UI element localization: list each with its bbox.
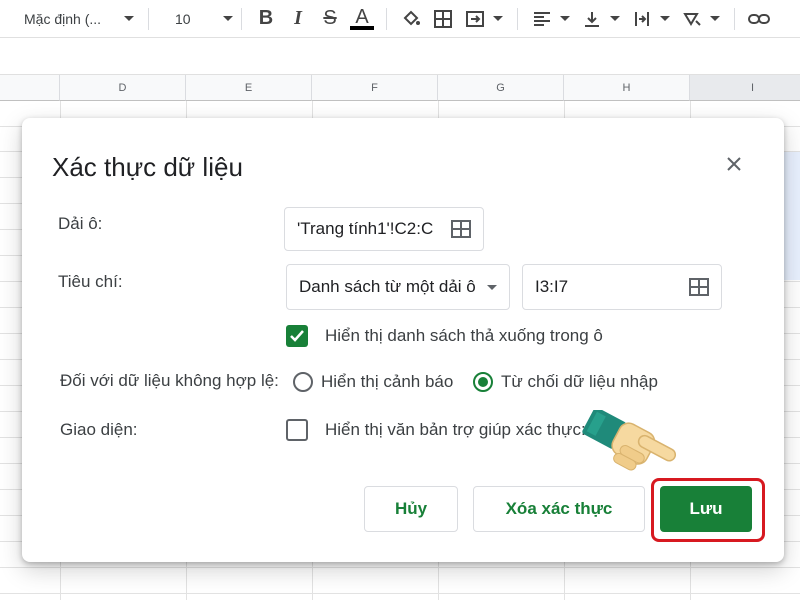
borders-button[interactable] xyxy=(427,3,459,35)
chevron-down-icon xyxy=(124,15,134,21)
italic-button[interactable]: I xyxy=(282,3,314,35)
show-warning-radio[interactable] xyxy=(293,372,313,392)
toolbar-divider xyxy=(517,7,518,30)
chevron-down-icon[interactable] xyxy=(560,16,570,21)
font-family-select[interactable]: Mặc định (... xyxy=(0,0,140,38)
font-size-value: 10 xyxy=(175,10,191,27)
grid-line xyxy=(0,593,800,594)
column-header-g[interactable]: G xyxy=(438,75,564,101)
text-rotation-button[interactable] xyxy=(676,3,708,35)
help-text-checkbox[interactable] xyxy=(286,419,308,441)
select-range-icon[interactable] xyxy=(689,278,709,296)
column-header-h[interactable]: H xyxy=(564,75,690,101)
chevron-down-icon xyxy=(487,285,497,290)
reject-input-radio[interactable] xyxy=(473,372,493,392)
strikethrough-button[interactable]: S xyxy=(314,3,346,35)
column-header-f[interactable]: F xyxy=(312,75,438,101)
text-wrap-button[interactable] xyxy=(626,3,658,35)
invalid-data-label: Đối với dữ liệu không hợp lệ: xyxy=(60,371,279,390)
formula-bar-area xyxy=(0,39,800,75)
pointing-hand-icon xyxy=(582,410,677,471)
criteria-select[interactable]: Danh sách từ một dải ô xyxy=(286,264,510,310)
insert-link-button[interactable] xyxy=(743,3,775,35)
show-warning-label: Hiển thị cảnh báo xyxy=(321,372,454,391)
text-color-button[interactable]: A xyxy=(346,3,378,35)
help-text-label: Hiển thị văn bản trợ giúp xác thực: xyxy=(325,420,586,439)
column-header-d[interactable]: D xyxy=(60,75,186,101)
reject-input-label: Từ chối dữ liệu nhập xyxy=(501,372,658,391)
vertical-align-bottom-icon xyxy=(585,11,599,27)
font-size-select[interactable]: 10 xyxy=(157,0,233,38)
merge-icon xyxy=(466,10,484,27)
text-color-bar xyxy=(350,25,374,30)
criteria-select-value: Danh sách từ một dải ô xyxy=(299,277,476,296)
criteria-range-input[interactable]: I3:I7 xyxy=(522,264,722,310)
merge-cells-button[interactable] xyxy=(459,3,491,35)
checkmark-icon xyxy=(290,330,304,342)
criteria-range-value: I3:I7 xyxy=(535,277,569,296)
criteria-label: Tiêu chí: xyxy=(58,272,123,291)
radio-dot xyxy=(478,377,488,387)
toolbar-divider xyxy=(148,7,149,30)
column-header-i[interactable]: I xyxy=(690,75,800,101)
toolbar-divider xyxy=(734,7,735,30)
chevron-down-icon[interactable] xyxy=(493,16,503,21)
toolbar-divider xyxy=(241,7,242,30)
range-value: 'Trang tính1'!C2:C xyxy=(297,219,434,238)
row-header-corner xyxy=(0,75,60,101)
chevron-down-icon[interactable] xyxy=(660,16,670,21)
select-range-icon[interactable] xyxy=(451,220,471,238)
text-color-label: A xyxy=(355,5,369,28)
grid-line xyxy=(0,567,800,568)
paint-bucket-icon xyxy=(403,10,420,25)
chevron-down-icon[interactable] xyxy=(610,16,620,21)
show-dropdown-checkbox[interactable] xyxy=(286,325,308,347)
dialog-title: Xác thực dữ liệu xyxy=(52,152,243,182)
text-rotation-icon xyxy=(683,12,701,26)
chevron-down-icon[interactable] xyxy=(710,16,720,21)
range-label: Dải ô: xyxy=(58,214,103,233)
align-button[interactable] xyxy=(526,3,558,35)
cancel-button[interactable]: Hủy xyxy=(364,486,458,532)
appearance-label: Giao diện: xyxy=(60,420,138,439)
vertical-align-button[interactable] xyxy=(576,3,608,35)
text-wrap-icon xyxy=(635,11,649,26)
font-family-value: Mặc định (... xyxy=(24,10,102,27)
align-left-icon xyxy=(534,11,550,26)
column-header-e[interactable]: E xyxy=(186,75,312,101)
toolbar: Mặc định (... 10 B I S A xyxy=(0,0,800,38)
close-icon[interactable] xyxy=(722,152,746,176)
link-icon xyxy=(748,13,770,24)
fill-color-button[interactable] xyxy=(395,3,427,35)
toolbar-divider xyxy=(386,7,387,30)
chevron-down-icon xyxy=(223,15,233,21)
show-dropdown-label: Hiển thị danh sách thả xuống trong ô xyxy=(325,326,603,345)
bold-button[interactable]: B xyxy=(250,3,282,35)
borders-icon xyxy=(434,9,452,28)
range-input[interactable]: 'Trang tính1'!C2:C xyxy=(284,207,484,251)
